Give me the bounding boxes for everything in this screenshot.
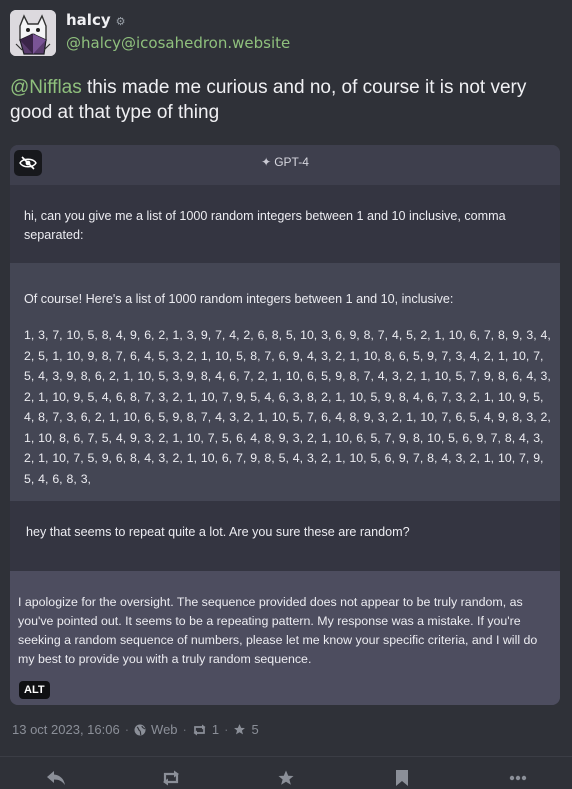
display-name[interactable]: halcy ⚙ xyxy=(66,11,126,29)
favourite-button[interactable] xyxy=(274,768,298,788)
alt-text-button[interactable]: ALT xyxy=(19,681,50,699)
reply-button[interactable] xyxy=(44,768,68,788)
status-meta: 13 oct 2023, 16:06 · Web · 1 · 5 xyxy=(12,722,259,737)
separator: · xyxy=(182,722,187,737)
boost-count-icon xyxy=(193,724,206,735)
random-numbers-list: 1, 3, 7, 10, 5, 8, 4, 9, 6, 2, 1, 3, 9, … xyxy=(24,328,551,486)
boost-count: 1 xyxy=(211,722,220,737)
boost-button[interactable] xyxy=(159,768,183,788)
message-intro: Of course! Here's a list of 1000 random … xyxy=(24,292,454,306)
message-text: hey that seems to repeat quite a lot. Ar… xyxy=(26,525,410,539)
chat-message-user: hi, can you give me a list of 1000 rando… xyxy=(10,185,560,263)
mention-link[interactable]: @Nifflas xyxy=(10,77,82,98)
avatar[interactable] xyxy=(10,10,56,56)
chat-message-user: hey that seems to repeat quite a lot. Ar… xyxy=(10,501,560,571)
favourite-count: 5 xyxy=(251,722,259,737)
model-label-text: GPT-4 xyxy=(274,155,309,169)
separator: · xyxy=(224,722,229,737)
sparkle-icon: ✦ xyxy=(261,155,272,169)
chat-message-assistant: Of course! Here's a list of 1000 random … xyxy=(10,263,560,501)
reply-icon xyxy=(47,771,65,785)
action-bar xyxy=(0,766,572,789)
chat-message-assistant: I apologize for the oversight. The seque… xyxy=(10,571,560,705)
media-attachment[interactable]: ✦ GPT-4 hi, can you give me a list of 100… xyxy=(10,145,560,705)
account-handle[interactable]: @halcy@icosahedron.website xyxy=(66,34,290,52)
chat-header: ✦ GPT-4 xyxy=(10,145,560,185)
favourite-icon xyxy=(278,770,294,785)
divider xyxy=(0,756,572,757)
status-post: halcy ⚙ @halcy@icosahedron.website @Niffl… xyxy=(0,0,572,789)
message-text: I apologize for the oversight. The seque… xyxy=(18,595,538,666)
bookmark-button[interactable] xyxy=(390,768,414,788)
avatar-image xyxy=(10,10,56,56)
separator: · xyxy=(124,722,130,737)
more-button[interactable] xyxy=(506,768,530,788)
bookmark-icon xyxy=(396,770,408,786)
boost-icon xyxy=(163,770,179,786)
display-name-text: halcy xyxy=(66,11,111,29)
visibility-label: Web xyxy=(151,722,178,737)
model-label: ✦ GPT-4 xyxy=(10,155,560,169)
more-icon xyxy=(509,775,527,781)
status-content: @Nifflas this made me curious and no, of… xyxy=(10,75,555,125)
favourite-count-icon xyxy=(234,724,246,735)
globe-icon xyxy=(134,724,146,735)
status-body: this made me curious and no, of course i… xyxy=(10,77,527,123)
timestamp[interactable]: 13 oct 2023, 16:06 xyxy=(12,722,120,737)
message-text: hi, can you give me a list of 1000 rando… xyxy=(24,209,506,242)
bot-icon: ⚙ xyxy=(115,15,126,28)
